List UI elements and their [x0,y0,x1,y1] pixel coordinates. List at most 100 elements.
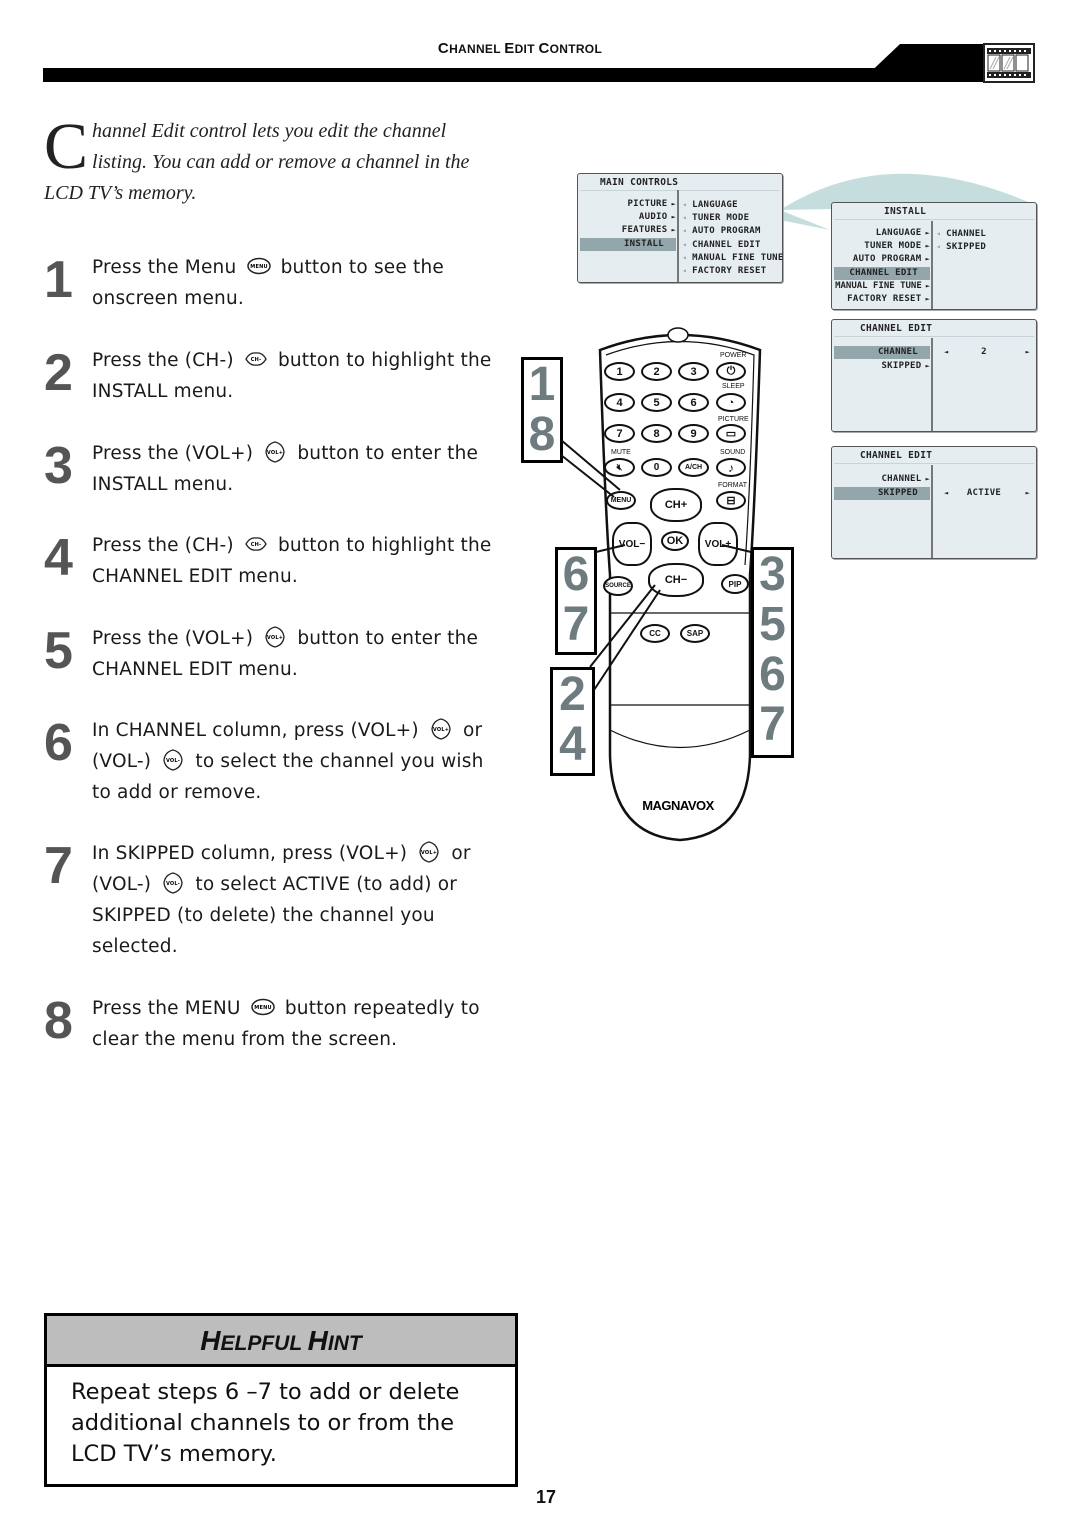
key-9[interactable]: 9 [678,424,709,443]
vol-plus-button-icon: VOL+ [419,841,439,863]
ok-button[interactable]: OK [661,531,689,551]
osd-title: CHANNEL EDIT [860,450,933,461]
key-7[interactable]: 7 [604,424,635,443]
header-rule-block [900,44,984,82]
svg-text:MENU: MENU [250,264,267,270]
osd-title: CHANNEL EDIT [860,323,933,334]
step-number: 2 [44,344,73,402]
callout-ch-minus-steps: 24 [550,667,595,776]
vol-minus-button[interactable]: VOL− [612,522,652,566]
osd-item-factory-reset[interactable]: FACTORY RESET ► [834,293,930,306]
osd-title: MAIN CONTROLS [600,177,679,188]
helpful-hint-text: Repeat steps 6 –7 to add or delete addit… [71,1379,460,1467]
ch-minus-button-icon: CH- [245,537,267,551]
osd-subitem: ◂ CHANNEL EDIT [682,240,761,250]
vol-plus-button[interactable]: VOL+ [698,522,738,566]
key-1[interactable]: 1 [604,362,635,381]
label-power: POWER [720,352,747,359]
key-5[interactable]: 5 [641,393,672,412]
osd-main-controls-menu: MAIN CONTROLS PICTURE ► AUDIO ► FEATURES ► … [577,173,783,283]
ach-button[interactable]: A/CH [678,458,709,477]
step-7: 7 In SKIPPED column, press (VOL+) VOL+ o… [44,838,484,968]
label-mute: MUTE [611,449,631,456]
step-number: 6 [44,714,73,772]
svg-text:CH-: CH- [251,357,262,363]
intro-paragraph: Channel Edit control lets you edit the c… [44,110,470,205]
osd-channel-edit-menu-skipped: CHANNEL EDIT CHANNEL ► SKIPPED ◄ ACTIVE ► [831,446,1037,559]
osd-item-picture[interactable]: PICTURE ► [580,198,676,211]
osd-item-channel[interactable]: CHANNEL ► [834,473,930,486]
svg-text:MENU: MENU [254,1005,271,1011]
helpful-hint-title: HELPFUL HINT [47,1316,515,1367]
step-text: Press the MENU MENU button repeatedly to… [92,998,480,1050]
osd-item-channel-selected[interactable]: CHANNEL [834,346,930,359]
callout-menu-steps: 18 [521,357,563,463]
step-text: Press the (CH-) CH- button to highlight … [92,350,492,402]
osd-subitem: ◂ AUTO PROGRAM [682,226,761,236]
film-strip-icon [983,43,1035,83]
step-5: 5 Press the (VOL+) VOL+ button to enter … [44,623,484,693]
step-1: 1 Press the Menu MENU button to see the … [44,252,484,322]
step-3: 3 Press the (VOL+) VOL+ button to enter … [44,438,484,508]
osd-item-language[interactable]: LANGUAGE ► [834,227,930,240]
svg-text:VOL+: VOL+ [267,635,283,641]
svg-text:VOL+: VOL+ [421,850,437,856]
vol-plus-button-icon: VOL+ [265,441,285,463]
callout-vol-minus-steps: 67 [555,547,597,655]
sap-button[interactable]: SAP [680,624,710,643]
key-6[interactable]: 6 [678,393,709,412]
format-button[interactable]: ⊟ [716,491,746,510]
source-button[interactable]: SOURCE [603,576,633,596]
ch-minus-button-icon: CH- [245,352,267,366]
step-text: Press the Menu MENU button to see the on… [92,257,444,309]
step-text: Press the (VOL+) VOL+ button to enter th… [92,626,479,680]
key-2[interactable]: 2 [641,362,672,381]
osd-install-menu: INSTALL LANGUAGE ► TUNER MODE ► AUTO PROGR… [831,202,1037,310]
label-format: FORMAT [718,482,748,489]
callout-vol-plus-steps: 3567 [751,547,794,758]
step-text: Press the (VOL+) VOL+ button to enter th… [92,441,479,495]
ch-plus-button[interactable]: CH+ [650,488,702,522]
menu-button-icon: MENU [251,998,275,1016]
osd-value-selector[interactable]: ◄ ACTIVE ► [936,487,1032,500]
osd-item-skipped[interactable]: SKIPPED ► [834,360,930,373]
osd-title: INSTALL [884,206,927,217]
step-text: Press the (CH-) CH- button to highlight … [92,535,492,587]
osd-item-auto-program[interactable]: AUTO PROGRAM ► [834,253,930,266]
osd-subitem: ◂ SKIPPED [936,242,987,252]
key-0[interactable]: 0 [641,458,672,477]
step-number: 3 [44,437,73,495]
header-rule-ramp [860,44,900,82]
power-button[interactable]: ⏻ [716,362,746,381]
osd-item-skipped-selected[interactable]: SKIPPED [834,487,930,500]
osd-item-install-selected[interactable]: INSTALL [580,238,676,251]
cc-button[interactable]: CC [640,624,670,643]
sound-button[interactable]: ♪ [716,458,746,477]
key-4[interactable]: 4 [604,393,635,412]
mute-button[interactable]: 🔇︎ [604,458,635,477]
page-number: 17 [536,1487,557,1507]
pip-button[interactable]: PIP [721,574,749,594]
osd-item-features[interactable]: FEATURES ► [580,224,676,237]
ch-minus-button[interactable]: CH− [648,563,704,597]
osd-item-tuner-mode[interactable]: TUNER MODE ► [834,240,930,253]
sleep-button[interactable]: ◔ [716,393,746,412]
osd-channel-value: 2 [981,347,987,357]
drop-cap: C [44,110,89,183]
svg-text:VOL+: VOL+ [267,450,283,456]
picture-button[interactable]: ▭ [716,424,746,443]
key-3[interactable]: 3 [678,362,709,381]
vol-minus-button-icon: VOL- [163,872,183,894]
osd-channel-edit-menu-channel: CHANNEL EDIT CHANNEL SKIPPED ► ◄ 2 ► [831,319,1037,432]
step-8: 8 Press the MENU MENU button repeatedly … [44,993,484,1093]
header-rule [43,68,983,82]
osd-item-manual-fine-tune[interactable]: MANUAL FINE TUNE ► [834,280,930,293]
osd-subitem: ◂ MANUAL FINE TUNE [682,253,784,263]
osd-item-audio[interactable]: AUDIO ► [580,211,676,224]
menu-button[interactable]: MENU [606,491,636,510]
osd-item-channel-edit-selected[interactable]: CHANNEL EDIT [834,267,930,280]
step-text: In CHANNEL column, press (VOL+) VOL+ or … [92,718,484,803]
label-sound: SOUND [720,449,746,456]
key-8[interactable]: 8 [641,424,672,443]
osd-value-selector[interactable]: ◄ 2 ► [936,346,1032,359]
